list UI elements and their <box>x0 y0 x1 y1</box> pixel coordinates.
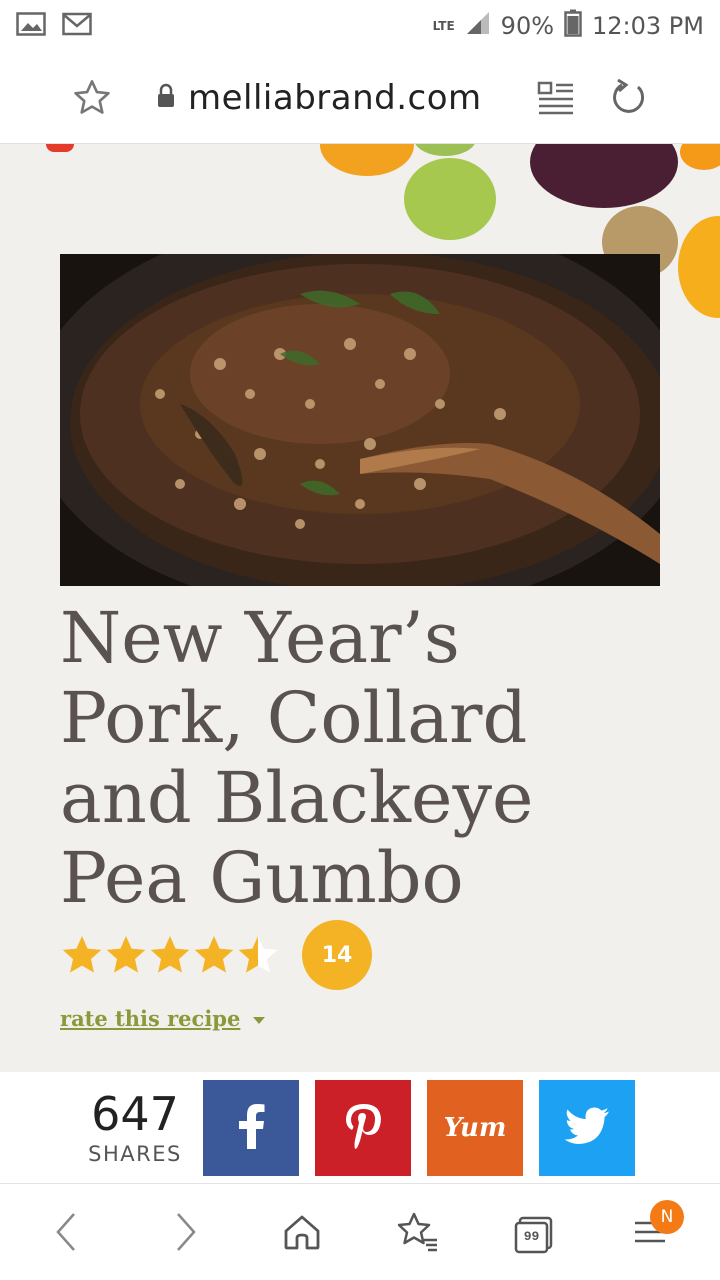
url-field[interactable]: melliabrand.com <box>156 76 482 120</box>
chevron-down-icon <box>252 1006 266 1031</box>
decorative-plum <box>530 144 678 208</box>
star-2[interactable] <box>104 934 148 976</box>
facebook-share-button[interactable] <box>203 1080 299 1176</box>
clock: 12:03 PM <box>592 12 704 40</box>
signal-icon <box>465 10 491 42</box>
star-3[interactable] <box>148 934 192 976</box>
home-icon <box>283 1214 321 1254</box>
browser-address-bar: melliabrand.com <box>0 52 720 144</box>
rating-count-badge[interactable]: 14 <box>302 920 372 990</box>
forward-button[interactable] <box>156 1204 216 1264</box>
lte-indicator: LTE <box>432 19 455 33</box>
tabs-button[interactable]: 99 <box>504 1204 564 1264</box>
twitter-share-button[interactable] <box>539 1080 635 1176</box>
social-share-bar: 647 SHARES Yum <box>0 1072 720 1184</box>
status-bar: LTE 90% 12:03 PM <box>0 0 720 52</box>
decorative-lime-small <box>414 144 476 156</box>
yummly-share-button[interactable]: Yum <box>427 1080 523 1176</box>
decorative-orange <box>680 144 720 170</box>
pinterest-share-button[interactable] <box>315 1080 411 1176</box>
reader-mode-icon[interactable] <box>532 74 580 122</box>
star-4[interactable] <box>192 934 236 976</box>
lock-icon <box>156 83 176 113</box>
share-count-number: 647 <box>91 1087 179 1141</box>
browser-bottom-nav: 99 N <box>0 1184 720 1280</box>
yummly-icon: Yum <box>443 1113 507 1143</box>
recipe-hero-image <box>60 254 660 586</box>
notification-badge: N <box>650 1200 684 1234</box>
bookmarks-button[interactable] <box>388 1204 448 1264</box>
back-button[interactable] <box>36 1204 96 1264</box>
decorative-red-tab <box>46 144 74 152</box>
pinterest-icon <box>343 1102 383 1154</box>
url-text: melliabrand.com <box>188 78 482 118</box>
decorative-pepper <box>678 216 720 318</box>
gmail-icon <box>62 12 92 40</box>
rating-row: 14 <box>60 920 372 990</box>
gallery-icon <box>16 12 46 40</box>
tabs-count: 99 <box>523 1229 540 1244</box>
rate-this-recipe-link[interactable]: rate this recipe <box>60 1006 266 1031</box>
facebook-icon <box>236 1103 266 1153</box>
battery-icon <box>564 9 582 43</box>
star-rating[interactable] <box>60 934 280 976</box>
bookmark-star-icon[interactable] <box>68 74 116 122</box>
tabs-icon: 99 <box>514 1214 554 1254</box>
decorative-produce-image <box>320 144 414 176</box>
rate-link-label: rate this recipe <box>60 1006 241 1031</box>
share-count: 647 SHARES <box>80 1086 190 1166</box>
decorative-lime <box>404 158 496 240</box>
recipe-page: New Year’s Pork, Collard and Blackeye Pe… <box>0 144 720 1072</box>
star-1[interactable] <box>60 934 104 976</box>
back-icon <box>54 1212 78 1256</box>
share-count-label: SHARES <box>88 1142 182 1166</box>
reload-icon[interactable] <box>604 74 652 122</box>
forward-icon <box>174 1212 198 1256</box>
home-button[interactable] <box>272 1204 332 1264</box>
battery-percent: 90% <box>500 12 555 40</box>
recipe-title: New Year’s Pork, Collard and Blackeye Pe… <box>60 597 534 919</box>
twitter-icon <box>564 1107 610 1149</box>
bookmarks-icon <box>397 1212 439 1256</box>
star-5[interactable] <box>236 934 280 976</box>
